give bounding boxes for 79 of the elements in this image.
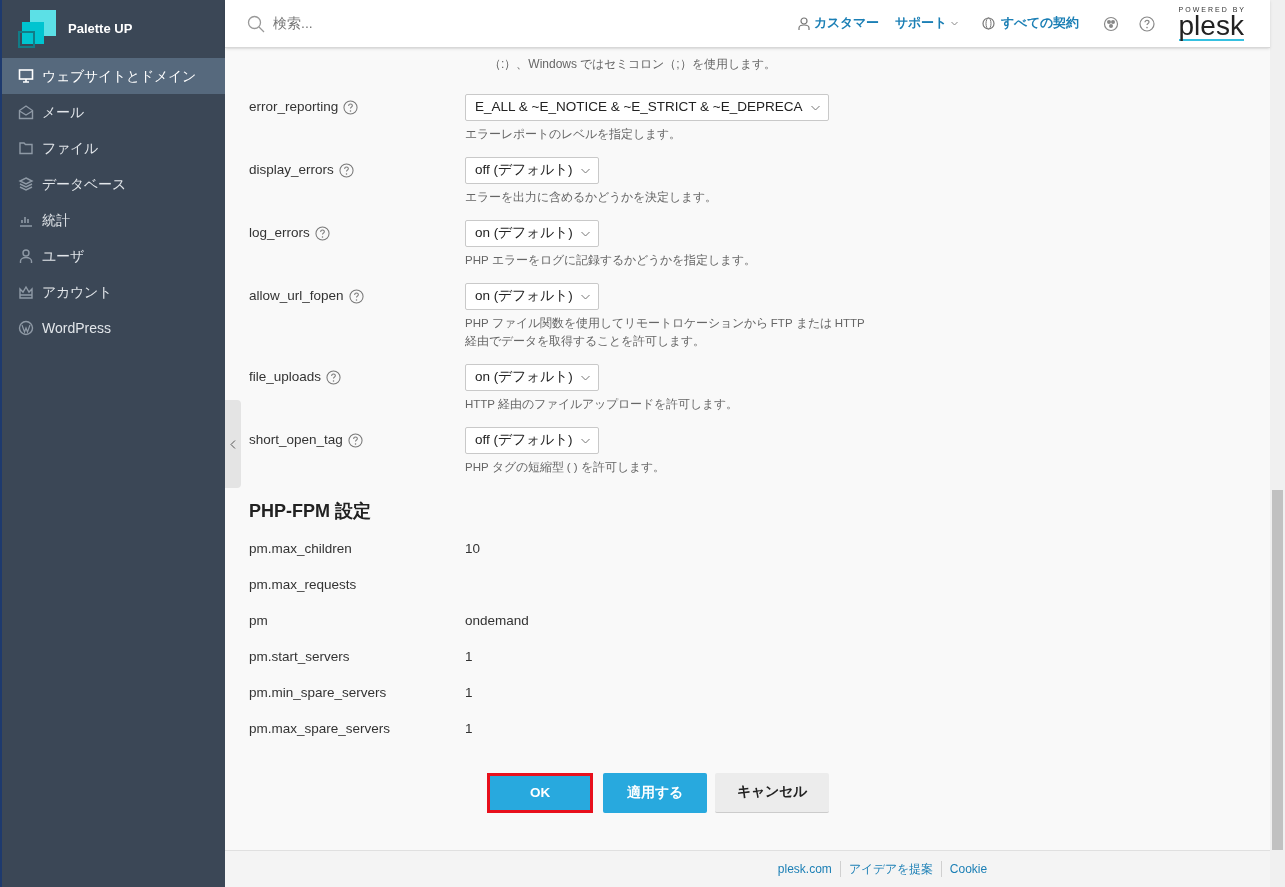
chevron-left-icon [230,439,236,449]
collapse-handle[interactable] [225,400,241,488]
caret-icon [580,374,590,381]
sidebar-item[interactable]: ファイル [2,130,225,166]
sidebar-item[interactable]: ユーザ [2,238,225,274]
setting-label: short_open_tag [249,430,343,449]
caret-icon [580,293,590,300]
help-text: PHP ファイル関数を使用してリモートロケーションから FTP または HTTP 経由でデータを取得することを許可します。 [465,316,865,349]
sidebar-item[interactable]: ウェブサイトとドメイン [2,58,225,94]
user-link[interactable]: カスタマー [813,14,879,33]
help-text: PHP タグの短縮型 ( ) を許可します。 [465,460,666,475]
dropdown[interactable]: off (デフォルト) [465,427,599,454]
monitor-icon [18,68,34,84]
envelope-icon [18,104,34,120]
globe-icon [981,17,995,30]
scrollbar-thumb[interactable] [1272,490,1283,850]
setting-label: log_errors [249,223,310,242]
user-icon [18,248,34,264]
search-icon [247,14,265,33]
setting-label: error_reporting [249,97,339,116]
support-menu[interactable]: サポート [894,14,958,33]
help-icon[interactable] [343,99,359,115]
plesk-logo[interactable]: plesk [1178,13,1244,41]
dropdown[interactable]: E_ALL & ~E_NOTICE & ~E_STRICT & ~E_DEPRECA [465,94,829,121]
field-label: pm.max_children [249,539,353,558]
sidebar-item[interactable]: メール [2,94,225,130]
field-label: pm [249,611,269,630]
subscriptions-link[interactable]: すべての契約 [1000,14,1079,33]
field-label: pm.max_requests [249,575,358,594]
caret-icon [810,104,820,111]
setting-label: allow_url_fopen [249,286,344,305]
setting-label: display_errors [249,160,334,179]
dropdown[interactable]: on (デフォルト) [465,220,599,247]
help-icon[interactable] [338,162,354,178]
scrollbar[interactable] [1270,0,1285,887]
section-heading: PHP-FPM 設定 [249,500,372,523]
help-text: エラーを出力に含めるかどうかを決定します。 [465,190,718,205]
caret-icon [580,230,590,237]
field-value: 1 [465,719,473,738]
footer-link[interactable]: アイデアを提案 [848,860,933,878]
help-icon[interactable] [1138,15,1155,32]
help-text: PHP エラーをログに記録するかどうかを指定します。 [465,253,757,268]
dropdown[interactable]: on (デフォルト) [465,364,599,391]
field-label: pm.start_servers [249,647,351,666]
field-label: pm.max_spare_servers [249,719,392,738]
field-value: 10 [465,539,481,558]
dropdown[interactable]: on (デフォルト) [465,283,599,310]
dropdown[interactable]: off (デフォルト) [465,157,599,184]
cancel-button[interactable]: キャンセル [715,773,829,813]
sidebar-item[interactable]: データベース [2,166,225,202]
sidebar-item[interactable]: 統計 [2,202,225,238]
sidebar-item[interactable]: アカウント [2,274,225,310]
help-text: エラーレポートのレベルを指定します。 [465,127,682,142]
user-icon [797,16,810,31]
folder-icon [18,140,34,156]
setting-label: file_uploads [249,367,322,386]
extensions-icon[interactable] [1102,15,1119,32]
help-icon[interactable] [314,225,330,241]
help-icon[interactable] [326,369,342,385]
help-icon[interactable] [347,432,363,448]
brand-name: Palette UP [68,20,133,39]
footer-link[interactable]: plesk.com [777,860,832,878]
help-text: HTTP 経由のファイルアップロードを許可します。 [465,397,739,412]
field-label: pm.min_spare_servers [249,683,388,702]
help-text: （:）、Windows ではセミコロン（;）を使用します。 [489,56,777,73]
field-value: ondemand [465,611,529,630]
help-icon[interactable] [348,288,364,304]
caret-icon [580,167,590,174]
search-field[interactable]: 検索... [273,13,673,34]
logo-icon [18,10,56,48]
field-value: 1 [465,647,473,666]
footer-link[interactable]: Cookie [949,860,988,878]
caret-icon [580,437,590,444]
wordpress-icon [18,320,34,336]
layers-icon [18,176,34,192]
field-value: 1 [465,683,473,702]
sidebar-item[interactable]: WordPress [2,310,225,346]
caret-icon [950,21,958,26]
crown-icon [18,284,34,300]
